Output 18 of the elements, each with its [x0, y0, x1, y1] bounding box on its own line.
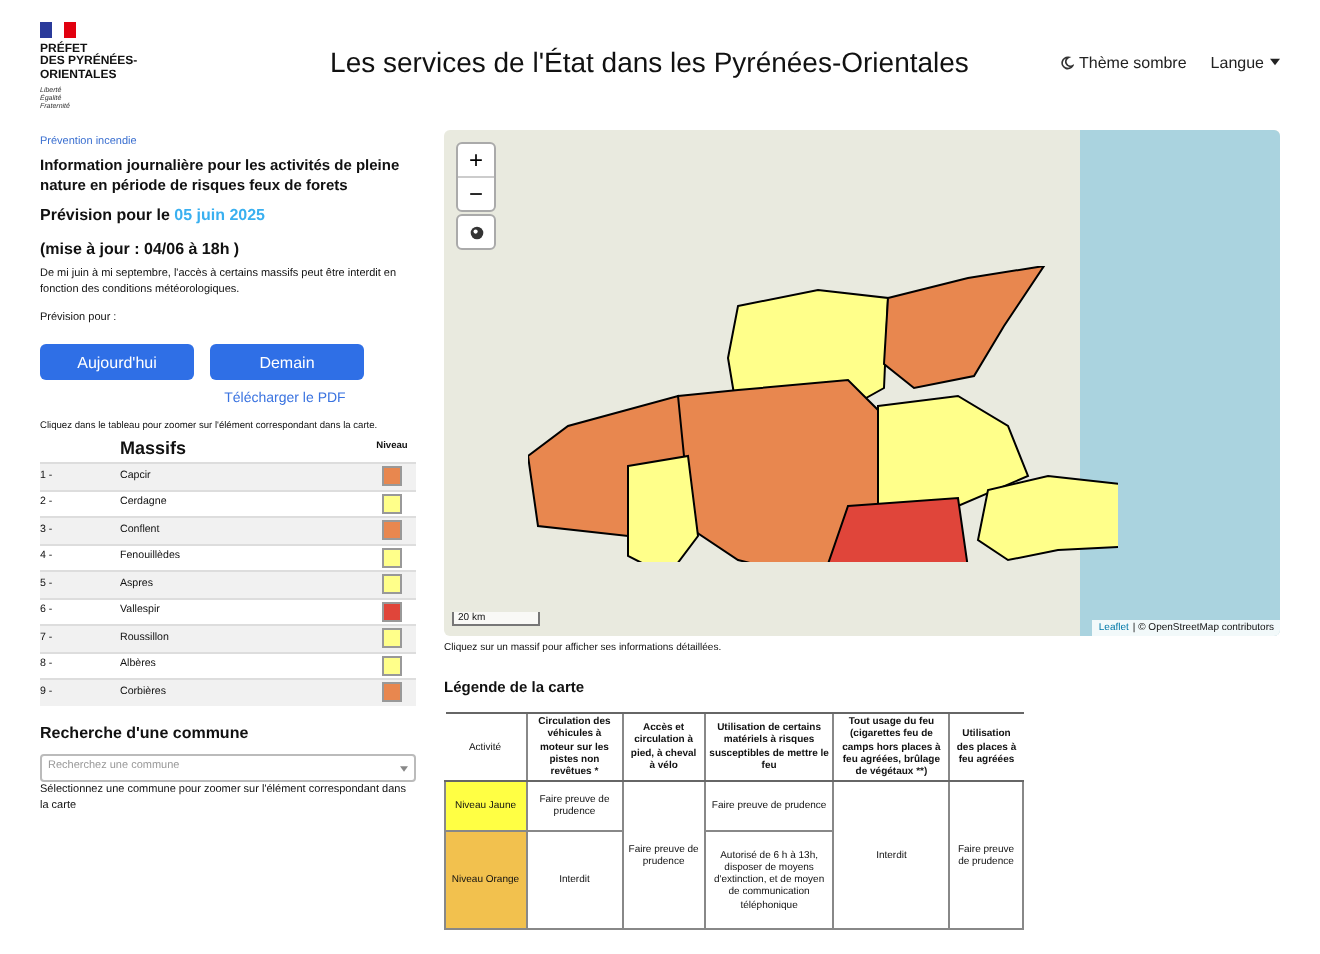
caret-icon	[1270, 58, 1280, 66]
zoom-in-button[interactable]: +	[458, 144, 494, 176]
theme-toggle[interactable]: Thème sombre	[1059, 53, 1187, 71]
page-title: Les services de l'État dans les Pyrénées-Orientales	[328, 46, 971, 78]
massif-map-drawing[interactable]	[528, 266, 1118, 562]
day-button[interactable]: Aujourd'hui	[40, 344, 194, 381]
update-time: (mise à jour : 04/06 à 18h )	[40, 237, 242, 261]
language-menu[interactable]: Langue	[1210, 53, 1280, 71]
commune-heading: Recherche d'une commune	[40, 721, 251, 745]
day-button[interactable]: Demain	[210, 344, 364, 381]
caret-icon	[400, 765, 408, 772]
globe-icon	[469, 225, 483, 239]
flag-logo-icon	[40, 21, 76, 38]
forecast-label: Prévision pour le	[40, 205, 170, 224]
massifs-heading: Massifs	[120, 436, 189, 463]
forecast-date: 05 juin 2025	[174, 205, 265, 224]
moon-icon	[1059, 55, 1073, 69]
zoom-out-button[interactable]: −	[458, 176, 494, 210]
